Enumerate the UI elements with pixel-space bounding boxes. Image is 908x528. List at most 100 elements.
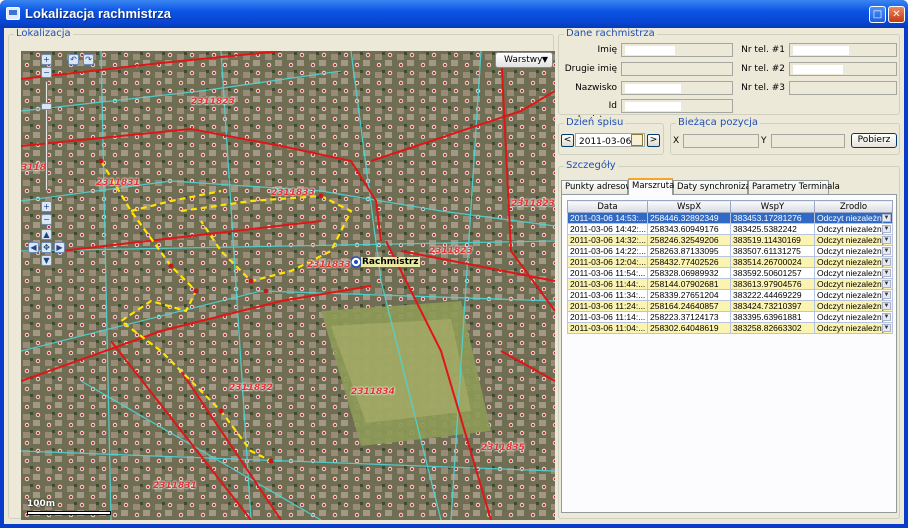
y-label: Y xyxy=(761,136,767,146)
cell-zrodlo[interactable]: Odczyt niezależny ▼ xyxy=(814,223,893,235)
layers-dropdown[interactable]: Warstwy ▼ xyxy=(495,52,553,68)
tab-daty-synchronizacji[interactable]: Daty synchronizacji xyxy=(673,180,760,194)
chevron-down-icon[interactable]: ▼ xyxy=(882,280,891,288)
cell-wspx: 258339.27651204 xyxy=(647,289,731,301)
parcel-label: 2311833 xyxy=(307,260,351,270)
cell-wspy: 383519.11430169 xyxy=(730,234,815,246)
zoom-out-button-icon[interactable]: − xyxy=(41,214,52,225)
cell-zrodlo[interactable]: Odczyt niezależny ▼ xyxy=(814,300,893,312)
chevron-down-icon[interactable]: ▼ xyxy=(882,313,891,321)
table-row[interactable]: 2011-03-06 14:53:... 258446.32892349 383… xyxy=(567,212,893,224)
pan-left-icon[interactable]: ◀ xyxy=(28,242,39,253)
tel1-field[interactable] xyxy=(789,43,897,57)
dzien-spisu-group: Dzień spisu < > xyxy=(558,117,664,155)
map-view[interactable]: 2311823 2311831 2311833 2311823 2311833 … xyxy=(21,51,555,520)
rachmistrz-label: Rachmistrz xyxy=(361,257,420,267)
cell-data: 2011-03-06 11:44:... xyxy=(567,278,648,290)
parcel-label: 2311831 xyxy=(153,481,197,491)
cell-zrodlo-text: Odczyt niezależny xyxy=(817,279,886,289)
table-row[interactable]: 2011-03-06 11:04:... 258302.64048619 383… xyxy=(567,322,893,334)
column-header-wspx[interactable]: WspX xyxy=(647,200,731,213)
chevron-down-icon[interactable]: ▼ xyxy=(882,302,891,310)
zoom-out-icon[interactable]: − xyxy=(41,67,52,78)
cell-data: 2011-03-06 14:32:... xyxy=(567,234,648,246)
parcel-label: 2311833 xyxy=(271,188,315,198)
tel3-field[interactable] xyxy=(789,81,897,95)
table-row[interactable]: 2011-03-06 12:04:... 258432.77402526 383… xyxy=(567,256,893,268)
nazwisko-field[interactable] xyxy=(621,81,733,95)
dane-rachmistrza-title: Dane rachmistrza xyxy=(564,28,657,40)
drugie-imie-field[interactable] xyxy=(621,62,733,76)
cell-zrodlo[interactable]: Odczyt niezależny ▼ xyxy=(814,289,893,301)
column-header-wspy[interactable]: WspY xyxy=(730,200,815,213)
chevron-down-icon[interactable]: ▼ xyxy=(882,291,891,299)
cell-wspy: 383258.82663302 xyxy=(730,322,815,334)
tab-punkty-adresowe[interactable]: Punkty adresowe xyxy=(561,180,638,194)
pan-right-icon[interactable]: ▶ xyxy=(54,242,65,253)
full-extent-icon[interactable]: ✥ xyxy=(41,242,52,253)
cell-zrodlo[interactable]: Odczyt niezależny ▼ xyxy=(814,267,893,279)
table-row[interactable]: 2011-03-06 11:54:... 258328.06989932 383… xyxy=(567,267,893,279)
column-header-data[interactable]: Data xyxy=(567,200,648,213)
calendar-icon[interactable] xyxy=(631,134,643,146)
tel3-label: Nr tel. #3 xyxy=(741,83,785,93)
cell-zrodlo[interactable]: Odczyt niezależny ▼ xyxy=(814,278,893,290)
cell-zrodlo[interactable]: Odczyt niezależny ▼ xyxy=(814,311,893,323)
table-row[interactable]: 2011-03-06 14:22:... 258263.87133095 383… xyxy=(567,245,893,257)
chevron-down-icon[interactable]: ▼ xyxy=(882,225,891,233)
cell-zrodlo[interactable]: Odczyt niezależny ▼ xyxy=(814,245,893,257)
zoom-in-icon[interactable]: + xyxy=(41,54,52,65)
tel2-field[interactable] xyxy=(789,62,897,76)
cell-data: 2011-03-06 11:04:... xyxy=(567,322,648,334)
date-field[interactable] xyxy=(575,133,645,148)
forward-icon[interactable]: ↷ xyxy=(83,54,94,65)
id-rachmistrza-field[interactable] xyxy=(621,99,733,113)
chevron-down-icon[interactable]: ▼ xyxy=(882,269,891,277)
tel1-label: Nr tel. #1 xyxy=(741,45,785,55)
table-row[interactable]: 2011-03-06 14:42:... 258343.60949176 383… xyxy=(567,223,893,235)
map-canvas xyxy=(21,51,555,520)
table-row[interactable]: 2011-03-06 11:14:... 258223.37124173 383… xyxy=(567,311,893,323)
imie-field[interactable] xyxy=(621,43,733,57)
chevron-down-icon[interactable]: ▼ xyxy=(882,258,891,266)
table-row[interactable]: 2011-03-06 11:24:... 258164.24640857 383… xyxy=(567,300,893,312)
scale-bar xyxy=(27,511,111,515)
cell-wspx: 258144.07902681 xyxy=(647,278,731,290)
prev-day-button[interactable]: < xyxy=(561,134,574,147)
cell-data: 2011-03-06 11:14:... xyxy=(567,311,648,323)
chevron-down-icon[interactable]: ▼ xyxy=(882,324,891,332)
table-row[interactable]: 2011-03-06 11:34:... 258339.27651204 383… xyxy=(567,289,893,301)
zoom-slider-handle[interactable] xyxy=(41,103,52,110)
close-button[interactable]: ✕ xyxy=(888,6,905,23)
parcel-label: 2311823 xyxy=(511,199,555,209)
cell-wspy: 383424.73210397 xyxy=(730,300,815,312)
title-bar[interactable]: Lokalizacja rachmistrza □ ✕ xyxy=(0,0,908,28)
next-day-button[interactable]: > xyxy=(647,134,660,147)
cell-zrodlo[interactable]: Odczyt niezależny ▼ xyxy=(814,234,893,246)
drugie-imie-label: Drugie imię xyxy=(564,64,617,74)
cell-zrodlo[interactable]: Odczyt niezależny ▼ xyxy=(814,256,893,268)
column-header-zrodlo[interactable]: Zrodlo xyxy=(814,200,893,213)
chevron-down-icon[interactable]: ▼ xyxy=(882,236,891,244)
pan-up-icon[interactable]: ▲ xyxy=(41,229,52,240)
y-field[interactable] xyxy=(771,134,845,148)
cell-zrodlo[interactable]: Odczyt niezależny ▼ xyxy=(814,212,893,224)
cell-data: 2011-03-06 11:34:... xyxy=(567,289,648,301)
cell-data: 2011-03-06 11:24:... xyxy=(567,300,648,312)
pan-down-icon[interactable]: ▼ xyxy=(41,255,52,266)
zoom-in-button-icon[interactable]: + xyxy=(41,201,52,212)
x-field[interactable] xyxy=(683,134,759,148)
back-icon[interactable]: ↶ xyxy=(68,54,79,65)
dane-rachmistrza-group: Dane rachmistrza Imię Drugie imię Nazwis… xyxy=(558,28,900,125)
tab-marszruta[interactable]: Marszruta xyxy=(628,178,674,195)
cell-zrodlo[interactable]: Odczyt niezależny ▼ xyxy=(814,322,893,334)
maximize-button[interactable]: □ xyxy=(869,6,886,23)
zoom-slider-track[interactable] xyxy=(45,81,48,191)
table-row[interactable]: 2011-03-06 14:32:... 258246.32549206 383… xyxy=(567,234,893,246)
table-row[interactable]: 2011-03-06 11:44:... 258144.07902681 383… xyxy=(567,278,893,290)
chevron-down-icon[interactable]: ▼ xyxy=(882,247,891,255)
pobierz-button[interactable]: Pobierz xyxy=(851,133,897,148)
chevron-down-icon[interactable]: ▼ xyxy=(882,214,891,222)
tab-parametry-terminala[interactable]: Parametry Terminala xyxy=(748,180,840,194)
marszruta-grid[interactable]: Data WspX WspY Zrodlo 2011-03-06 14:53:.… xyxy=(567,200,893,334)
